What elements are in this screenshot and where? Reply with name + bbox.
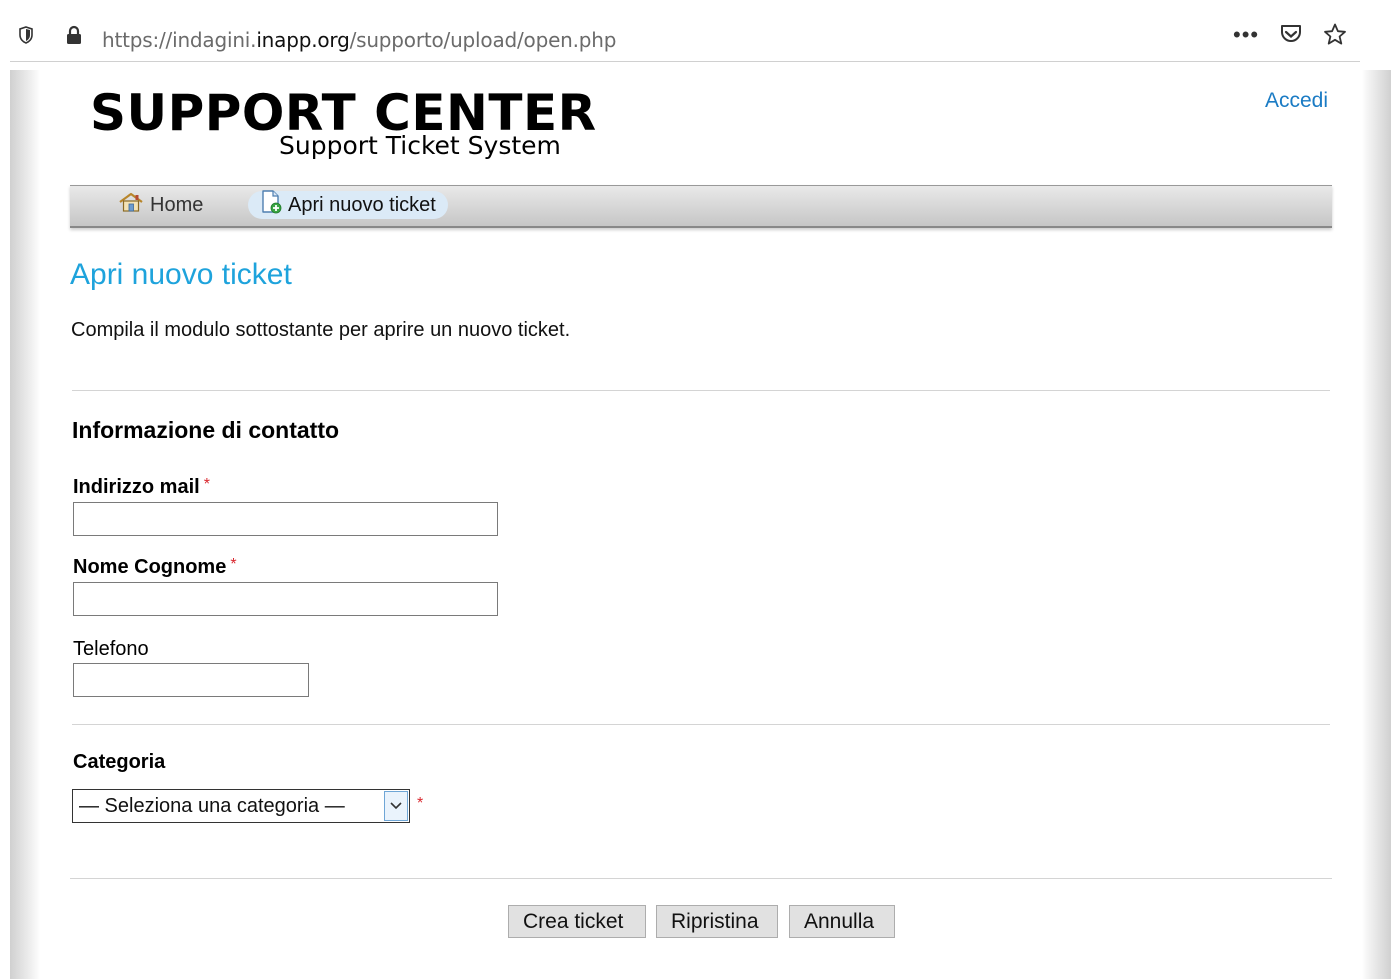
page-title: Apri nuovo ticket	[70, 258, 292, 291]
reset-button[interactable]: Ripristina	[656, 905, 778, 938]
divider	[72, 724, 1330, 725]
page-shadow-right	[1362, 70, 1391, 979]
name-label-text: Nome Cognome	[73, 556, 227, 578]
nav-item-new-ticket-label: Apri nuovo ticket	[288, 193, 436, 216]
create-ticket-button[interactable]: Crea ticket	[508, 905, 646, 938]
url-domain: inapp.org	[256, 28, 350, 52]
page-content: SUPPORT CENTER Support Ticket System Acc…	[40, 70, 1362, 979]
login-link[interactable]: Accedi	[1265, 89, 1328, 113]
email-label: Indirizzo mail *	[73, 476, 210, 499]
required-marker: *	[230, 556, 237, 573]
page-intro: Compila il modulo sottostante per aprire…	[71, 319, 571, 341]
bookmark-star-icon[interactable]	[1323, 23, 1347, 51]
name-field[interactable]	[73, 582, 498, 616]
category-label: Categoria	[73, 751, 166, 773]
contact-section-title: Informazione di contatto	[72, 417, 340, 443]
new-ticket-icon	[260, 190, 288, 220]
pocket-icon[interactable]	[1280, 24, 1302, 49]
nav-item-home-label: Home	[150, 193, 204, 216]
category-select[interactable]: — Seleziona una categoria —	[72, 789, 410, 823]
name-label: Nome Cognome *	[73, 556, 237, 579]
email-field[interactable]	[73, 502, 498, 536]
url-field[interactable]: https://indagini.inapp.org/supporto/uplo…	[102, 28, 616, 52]
phone-field[interactable]	[73, 663, 309, 697]
nav-item-new-ticket[interactable]: Apri nuovo ticket	[248, 190, 448, 220]
lock-icon[interactable]	[66, 25, 82, 50]
phone-label: Telefono	[73, 638, 149, 660]
site-logo-subtitle: Support Ticket System	[279, 131, 561, 160]
tracking-shield-icon[interactable]	[18, 26, 34, 49]
browser-toolbar: https://indagini.inapp.org/supporto/uplo…	[0, 0, 1391, 70]
toolbar-separator	[10, 61, 1360, 62]
divider	[70, 878, 1332, 879]
url-prefix: https://indagini.	[102, 28, 257, 52]
required-marker: *	[417, 795, 424, 812]
cancel-button[interactable]: Annulla	[789, 905, 895, 938]
chevron-down-icon[interactable]	[384, 791, 408, 821]
category-select-value: — Seleziona una categoria —	[79, 794, 345, 817]
email-label-text: Indirizzo mail	[73, 476, 200, 498]
home-icon	[118, 192, 150, 218]
url-path: /supporto/upload/open.php	[349, 28, 617, 52]
divider	[72, 390, 1330, 391]
nav-item-home[interactable]: Home	[106, 191, 215, 219]
required-marker: *	[203, 476, 210, 493]
main-nav: Home Apri nuovo ticket	[70, 185, 1332, 228]
page-shadow-left	[10, 70, 40, 979]
more-actions-button[interactable]: •••	[1233, 22, 1259, 48]
